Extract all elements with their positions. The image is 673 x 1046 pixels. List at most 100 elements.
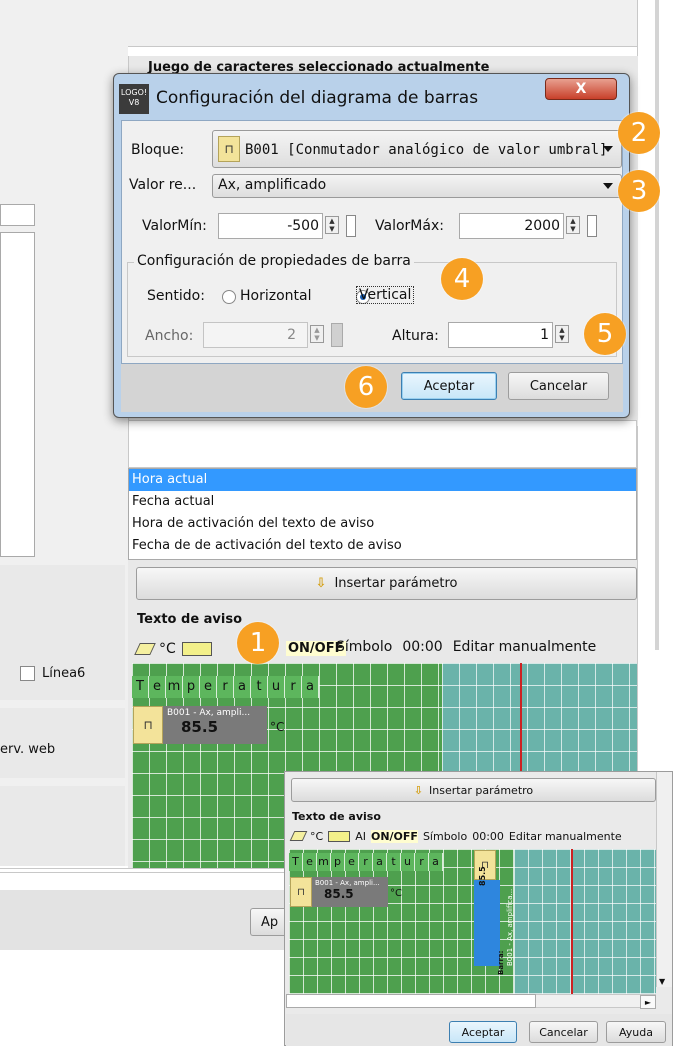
insert-parameter-label: Insertar parámetro: [334, 576, 458, 591]
logo-icon: LOGO! V8: [119, 84, 149, 114]
valormin-slider[interactable]: [346, 215, 356, 237]
text-char[interactable]: m: [166, 676, 183, 698]
horizontal-radio[interactable]: [222, 289, 236, 304]
text-char[interactable]: r: [285, 676, 302, 698]
time-button[interactable]: 00:00: [402, 639, 442, 655]
vertical-label: Vertical: [356, 286, 415, 304]
inset-temperature-button[interactable]: °C: [310, 830, 323, 843]
text-char[interactable]: u: [268, 676, 285, 698]
arrow-down-icon: ⇩: [315, 576, 327, 591]
temperature-button[interactable]: °C: [159, 641, 176, 657]
text-char[interactable]: a: [429, 853, 443, 871]
message-toolbar: °C: [134, 638, 212, 660]
inset-time-button[interactable]: 00:00: [472, 830, 504, 843]
valormin-label: ValorMín:: [142, 218, 207, 234]
inset-accept-button[interactable]: Aceptar: [449, 1021, 517, 1043]
inset-ai-button[interactable]: AI: [355, 830, 366, 843]
parameter-item-current-time[interactable]: Hora actual: [129, 469, 636, 491]
parameter-item-current-date[interactable]: Fecha actual: [129, 491, 636, 513]
text-char[interactable]: e: [200, 676, 217, 698]
text-char[interactable]: u: [401, 853, 415, 871]
parameter-item-activation-date[interactable]: Fecha de de activación del texto de avis…: [129, 535, 636, 557]
text-char[interactable]: r: [217, 676, 234, 698]
valormax-spinner[interactable]: ▲ ▼: [566, 216, 580, 234]
eraser-icon[interactable]: [289, 831, 308, 841]
linea6-checkbox[interactable]: [20, 666, 35, 681]
inset-block-value-tile[interactable]: B001 - Ax, ampli... 85.5: [312, 877, 388, 907]
close-button[interactable]: X: [545, 78, 617, 100]
eraser-icon[interactable]: [134, 643, 156, 655]
inset-vertical-scrollbar[interactable]: [656, 772, 672, 987]
chevron-down-icon[interactable]: ▼: [659, 977, 665, 986]
altura-spinner[interactable]: ▲ ▼: [555, 325, 569, 343]
symbol-button[interactable]: Símbolo: [336, 639, 392, 655]
bloque-label: Bloque:: [131, 142, 185, 158]
text-char[interactable]: e: [345, 853, 359, 871]
bar-icon[interactable]: [328, 830, 351, 842]
valormin-spinner[interactable]: ▲ ▼: [325, 216, 339, 234]
valormin-value: -500: [287, 218, 319, 234]
serv-web-label: erv. web: [0, 742, 56, 757]
text-char[interactable]: t: [251, 676, 268, 698]
chevron-right-icon[interactable]: ►: [640, 995, 656, 1009]
dialog-title: Configuración del diagrama de barras: [156, 88, 479, 108]
inset-block-unit: °C: [390, 888, 402, 899]
ancho-label: Ancho:: [145, 328, 194, 344]
inset-block-value: 85.5: [324, 887, 354, 901]
cancel-button[interactable]: Cancelar: [508, 372, 609, 400]
text-char[interactable]: a: [373, 853, 387, 871]
altura-label: Altura:: [392, 328, 439, 344]
inset-symbol-button[interactable]: Símbolo: [423, 830, 467, 843]
parameter-list[interactable]: Hora actual Fecha actual Hora de activac…: [128, 468, 637, 560]
left-listbox[interactable]: [0, 232, 35, 557]
inset-cancel-button[interactable]: Cancelar: [529, 1021, 598, 1043]
accept-button[interactable]: Aceptar: [401, 372, 497, 400]
scrollbar-thumb[interactable]: [286, 994, 536, 1008]
valormax-value: 2000: [524, 218, 560, 234]
chevron-down-icon: [603, 183, 613, 189]
ancho-spinner[interactable]: ▲ ▼: [310, 325, 324, 343]
bar-properties-title: Configuración de propiedades de barra: [134, 253, 414, 269]
left-input[interactable]: [0, 204, 35, 226]
horizontal-label: Horizontal: [240, 288, 312, 304]
text-char[interactable]: r: [415, 853, 429, 871]
text-char[interactable]: a: [302, 676, 319, 698]
ancho-slider[interactable]: [331, 323, 343, 347]
valormax-slider[interactable]: [587, 215, 597, 237]
step-badge: 4: [441, 258, 483, 300]
block-unit: °C: [270, 720, 285, 734]
text-char[interactable]: e: [149, 676, 166, 698]
step-badge: 3: [618, 170, 660, 212]
text-char[interactable]: r: [359, 853, 373, 871]
text-char[interactable]: T: [132, 676, 149, 698]
analog-threshold-icon: ⊓: [218, 136, 240, 162]
linea6-label: Línea6: [42, 666, 86, 681]
inset-onoff-button[interactable]: ON/OFF: [370, 829, 418, 843]
altura-value: 1: [540, 327, 549, 343]
text-char[interactable]: e: [303, 853, 317, 871]
text-char[interactable]: a: [234, 676, 251, 698]
text-char[interactable]: m: [317, 853, 331, 871]
text-char[interactable]: p: [331, 853, 345, 871]
block-value-tile[interactable]: B001 - Ax, ampli... 85.5: [163, 706, 267, 744]
inset-edit-manually-button[interactable]: Editar manualmente: [509, 830, 622, 843]
bottom-bar: [0, 890, 290, 950]
text-char[interactable]: t: [387, 853, 401, 871]
left-gray-box-3: [0, 786, 125, 866]
chevron-down-icon: [603, 146, 613, 152]
bar-caption-2: Barra:: [497, 950, 505, 976]
message-toolbar-right: Símbolo 00:00 Editar manualmente: [336, 639, 596, 655]
analog-threshold-icon: ⊓: [290, 877, 312, 907]
insert-parameter-button[interactable]: ⇩ Insertar parámetro: [136, 567, 637, 600]
background-top-area: [0, 0, 637, 46]
edit-manually-button[interactable]: Editar manualmente: [453, 639, 597, 655]
inset-help-button[interactable]: Ayuda: [606, 1021, 666, 1043]
inset-insert-parameter-button[interactable]: ⇩ Insertar parámetro: [291, 778, 656, 802]
step-badge: 6: [345, 366, 387, 408]
parameter-item-activation-time[interactable]: Hora de activación del texto de aviso: [129, 513, 636, 535]
text-char[interactable]: T: [289, 853, 303, 871]
text-char[interactable]: p: [183, 676, 200, 698]
window-scrollbar[interactable]: [655, 0, 659, 650]
bar-icon[interactable]: [181, 642, 212, 656]
inset-display-grid-teal[interactable]: [514, 849, 656, 994]
